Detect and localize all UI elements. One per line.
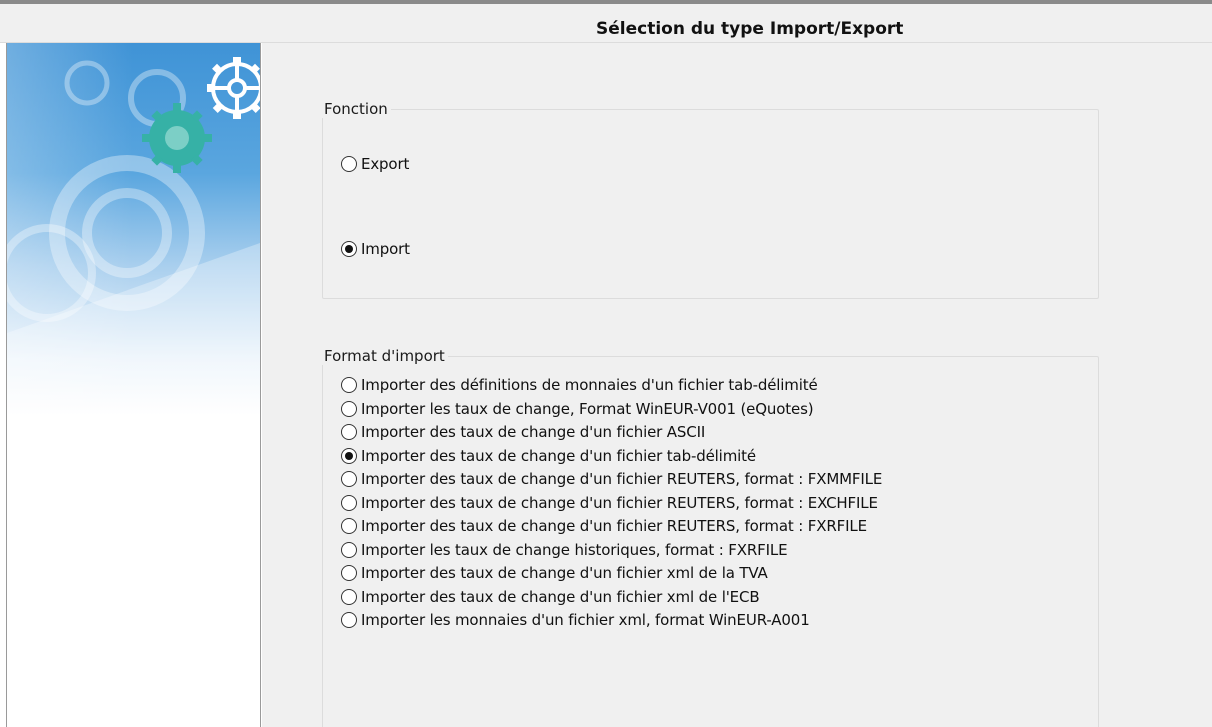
format-option-radio-indicator <box>341 471 357 487</box>
export-radio-indicator <box>341 156 357 172</box>
format-option-label: Importer des taux de change d'un fichier… <box>361 564 768 582</box>
format-option-radio[interactable]: Importer des taux de change d'un fichier… <box>341 423 705 441</box>
format-option-label: Importer des taux de change d'un fichier… <box>361 493 878 512</box>
export-radio[interactable]: Export <box>341 155 409 173</box>
format-option-radio[interactable]: Importer les monnaies d'un fichier xml, … <box>341 611 810 629</box>
format-option-radio-indicator <box>341 588 357 605</box>
import-radio-label: Import <box>361 240 410 258</box>
format-option-radio[interactable]: Importer des taux de change d'un fichier… <box>341 447 756 465</box>
import-radio[interactable]: Import <box>341 240 410 258</box>
gears-banner-icon <box>7 43 260 415</box>
format-option-radio-indicator <box>341 400 357 417</box>
format-option-radio[interactable]: Importer des taux de change d'un fichier… <box>341 564 768 582</box>
format-option-radio[interactable]: Importer des taux de change d'un fichier… <box>341 494 878 512</box>
format-option-radio[interactable]: Importer des taux de change d'un fichier… <box>341 517 867 535</box>
format-option-radio[interactable]: Importer les taux de change historiques,… <box>341 540 788 559</box>
format-option-radio[interactable]: Importer des définitions de monnaies d'u… <box>341 376 818 394</box>
format-option-label: Importer les taux de change, Format WinE… <box>361 399 814 418</box>
format-option-label: Importer des taux de change d'un fichier… <box>361 517 867 535</box>
format-option-label: Importer les taux de change historiques,… <box>361 540 788 559</box>
format-option-label: Importer des définitions de monnaies d'u… <box>361 376 818 394</box>
format-option-label: Importer des taux de change d'un fichier… <box>361 446 756 465</box>
format-option-radio-indicator <box>341 424 357 440</box>
format-option-radio-indicator <box>341 612 357 628</box>
format-option-radio[interactable]: Importer des taux de change d'un fichier… <box>341 470 882 488</box>
format-import-group-title: Format d'import <box>322 347 448 365</box>
format-option-radio-indicator <box>341 565 357 581</box>
format-option-radio-indicator <box>341 447 357 464</box>
format-option-label: Importer les monnaies d'un fichier xml, … <box>361 611 810 629</box>
format-option-radio-indicator <box>341 518 357 534</box>
format-option-radio-indicator <box>341 541 357 558</box>
window-title: Sélection du type Import/Export <box>596 19 904 39</box>
main-panel: Fonction Export Import Format d'import I… <box>262 43 1212 727</box>
format-option-radio-indicator <box>341 377 357 393</box>
title-bar: Sélection du type Import/Export <box>0 4 1212 43</box>
format-option-label: Importer des taux de change d'un fichier… <box>361 423 706 441</box>
export-radio-label: Export <box>361 155 410 173</box>
format-option-radio[interactable]: Importer des taux de change d'un fichier… <box>341 587 760 606</box>
format-option-label: Importer des taux de change d'un fichier… <box>361 470 883 488</box>
sidebar <box>6 43 261 727</box>
fonction-group <box>322 109 1099 299</box>
format-option-label: Importer des taux de change d'un fichier… <box>361 587 760 606</box>
fonction-group-title: Fonction <box>322 100 391 118</box>
import-radio-indicator <box>341 241 357 257</box>
format-option-radio[interactable]: Importer les taux de change, Format WinE… <box>341 399 814 418</box>
format-option-radio-indicator <box>341 494 357 511</box>
